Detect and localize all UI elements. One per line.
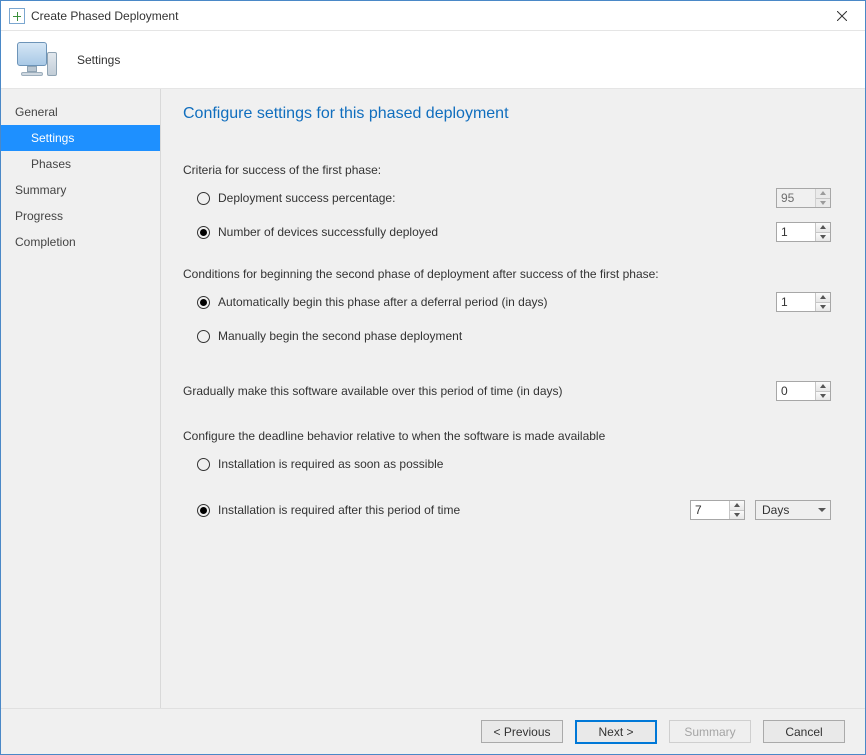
radio-icon <box>197 226 210 239</box>
sidebar-item-label: Summary <box>15 183 66 197</box>
sidebar-item-label: Completion <box>15 235 76 249</box>
sidebar-item-label: Phases <box>31 157 71 171</box>
gradual-row: Gradually make this software available o… <box>183 381 831 401</box>
percentage-spinbox <box>776 188 831 208</box>
spin-up-button[interactable] <box>730 501 744 511</box>
close-icon <box>837 11 847 21</box>
window-title: Create Phased Deployment <box>31 9 178 23</box>
spin-down-button[interactable] <box>730 511 744 520</box>
sidebar-item-general[interactable]: General <box>1 99 160 125</box>
spin-up-button[interactable] <box>816 382 830 392</box>
sidebar-item-summary[interactable]: Summary <box>1 177 160 203</box>
radio-icon <box>197 458 210 471</box>
devices-input[interactable] <box>777 223 815 241</box>
chevron-up-icon <box>820 191 826 195</box>
button-label: Summary <box>684 725 735 739</box>
chevron-down-icon <box>820 201 826 205</box>
gradual-days-spinbox[interactable] <box>776 381 831 401</box>
close-button[interactable] <box>819 1 865 31</box>
deferral-days-spinbox[interactable] <box>776 292 831 312</box>
sidebar: General Settings Phases Summary Progress… <box>1 89 161 708</box>
gradual-days-input[interactable] <box>777 382 815 400</box>
spin-up-button[interactable] <box>816 223 830 233</box>
devices-spinbox[interactable] <box>776 222 831 242</box>
chevron-down-icon <box>820 305 826 309</box>
percentage-input <box>777 189 815 207</box>
option-label: Manually begin the second phase deployme… <box>218 329 831 343</box>
radio-icon <box>197 192 210 205</box>
cancel-button[interactable]: Cancel <box>763 720 845 743</box>
radio-icon <box>197 504 210 517</box>
footer: < Previous Next > Summary Cancel <box>1 708 865 754</box>
content-pane: Configure settings for this phased deplo… <box>161 89 865 708</box>
computer-icon <box>17 42 57 78</box>
conditions-option-manual[interactable]: Manually begin the second phase deployme… <box>197 325 831 347</box>
option-label: Automatically begin this phase after a d… <box>218 295 770 309</box>
sidebar-item-label: Progress <box>15 209 63 223</box>
sidebar-item-completion[interactable]: Completion <box>1 229 160 255</box>
summary-button: Summary <box>669 720 751 743</box>
sidebar-item-settings[interactable]: Settings <box>1 125 160 151</box>
option-label: Number of devices successfully deployed <box>218 225 770 239</box>
conditions-section-label: Conditions for beginning the second phas… <box>183 267 831 281</box>
deadline-period-spinbox[interactable] <box>690 500 745 520</box>
deadline-period-input[interactable] <box>691 501 729 519</box>
button-label: Next > <box>598 725 633 739</box>
chevron-up-icon <box>820 225 826 229</box>
spin-down-button[interactable] <box>816 303 830 312</box>
option-label: Installation is required after this peri… <box>218 503 684 517</box>
option-label: Installation is required as soon as poss… <box>218 457 831 471</box>
combo-value: Days <box>762 503 818 517</box>
chevron-down-icon <box>818 508 826 512</box>
spin-down-button[interactable] <box>816 233 830 242</box>
content-heading: Configure settings for this phased deplo… <box>183 105 831 123</box>
page-title: Settings <box>77 53 120 67</box>
radio-icon <box>197 330 210 343</box>
spin-up-button <box>816 189 830 199</box>
spin-up-button[interactable] <box>816 293 830 303</box>
app-icon <box>9 8 25 24</box>
sidebar-item-phases[interactable]: Phases <box>1 151 160 177</box>
sidebar-item-label: Settings <box>31 131 74 145</box>
sidebar-item-label: General <box>15 105 58 119</box>
spin-buttons <box>815 293 830 311</box>
criteria-option-devices[interactable]: Number of devices successfully deployed <box>197 221 831 243</box>
chevron-up-icon <box>820 295 826 299</box>
chevron-down-icon <box>820 394 826 398</box>
spin-buttons <box>815 189 830 207</box>
criteria-option-percentage[interactable]: Deployment success percentage: <box>197 187 831 209</box>
criteria-section-label: Criteria for success of the first phase: <box>183 163 831 177</box>
button-label: Cancel <box>785 725 822 739</box>
spin-down-button <box>816 199 830 208</box>
chevron-up-icon <box>820 384 826 388</box>
previous-button[interactable]: < Previous <box>481 720 563 743</box>
body-area: General Settings Phases Summary Progress… <box>1 89 865 708</box>
spin-buttons <box>815 382 830 400</box>
spin-buttons <box>729 501 744 519</box>
wizard-window: Create Phased Deployment Settings Genera… <box>0 0 866 755</box>
deferral-days-input[interactable] <box>777 293 815 311</box>
deadline-option-asap[interactable]: Installation is required as soon as poss… <box>197 453 831 475</box>
conditions-option-auto[interactable]: Automatically begin this phase after a d… <box>197 291 831 313</box>
header-band: Settings <box>1 31 865 89</box>
spin-down-button[interactable] <box>816 392 830 401</box>
titlebar: Create Phased Deployment <box>1 1 865 31</box>
chevron-down-icon <box>734 513 740 517</box>
option-label: Deployment success percentage: <box>218 191 770 205</box>
deadline-unit-combo[interactable]: Days <box>755 500 831 520</box>
sidebar-item-progress[interactable]: Progress <box>1 203 160 229</box>
radio-icon <box>197 296 210 309</box>
button-label: < Previous <box>493 725 550 739</box>
chevron-down-icon <box>820 235 826 239</box>
next-button[interactable]: Next > <box>575 720 657 744</box>
spin-buttons <box>815 223 830 241</box>
chevron-up-icon <box>734 503 740 507</box>
deadline-option-period[interactable]: Installation is required after this peri… <box>197 499 831 521</box>
deadline-section-label: Configure the deadline behavior relative… <box>183 429 831 443</box>
gradual-label: Gradually make this software available o… <box>183 384 770 398</box>
